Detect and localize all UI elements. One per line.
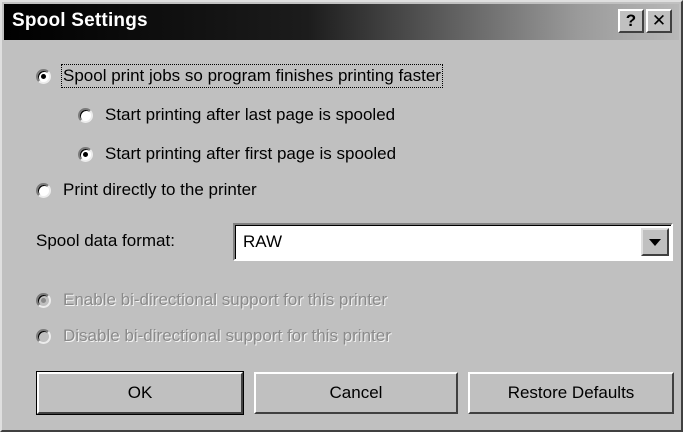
radio-spool-jobs-label: Spool print jobs so program finishes pri… <box>61 64 443 88</box>
restore-defaults-button[interactable]: Restore Defaults <box>468 372 674 414</box>
spool-data-format-label: Spool data format: <box>36 231 175 250</box>
title-bar[interactable]: Spool Settings ? ✕ <box>4 4 679 40</box>
radio-unselected-icon <box>78 107 93 123</box>
radio-disable-bidi-label: Disable bi-directional support for this … <box>63 326 391 345</box>
help-button[interactable]: ? <box>618 9 644 33</box>
help-icon: ? <box>625 11 637 30</box>
close-icon: ✕ <box>651 11 667 30</box>
radio-selected-icon <box>78 146 93 162</box>
radio-spool-jobs[interactable]: Spool print jobs so program finishes pri… <box>36 63 443 89</box>
spool-data-format-select[interactable]: RAW <box>233 223 673 261</box>
radio-start-after-first-label: Start printing after first page is spool… <box>105 144 397 163</box>
radio-enable-bidi: Enable bi-directional support for this p… <box>36 287 387 313</box>
radio-start-after-last-label: Start printing after last page is spoole… <box>105 105 396 124</box>
radio-selected-icon <box>36 292 51 308</box>
radio-selected-icon <box>36 68 51 84</box>
cancel-button[interactable]: Cancel <box>254 372 458 414</box>
radio-print-direct-label: Print directly to the printer <box>63 180 257 199</box>
close-button[interactable]: ✕ <box>646 9 672 33</box>
spool-data-format-value: RAW <box>243 232 283 251</box>
chevron-down-icon <box>649 238 661 246</box>
ok-button[interactable]: OK <box>37 372 243 414</box>
radio-print-direct[interactable]: Print directly to the printer <box>36 177 257 203</box>
dialog-title: Spool Settings <box>12 10 148 31</box>
dropdown-button[interactable] <box>641 228 669 256</box>
radio-unselected-icon <box>36 328 51 344</box>
spool-settings-dialog: Spool Settings ? ✕ Spool print jobs so p… <box>0 0 683 432</box>
radio-unselected-icon <box>36 182 51 198</box>
radio-start-after-last[interactable]: Start printing after last page is spoole… <box>78 102 395 128</box>
radio-disable-bidi: Disable bi-directional support for this … <box>36 323 391 349</box>
radio-start-after-first[interactable]: Start printing after first page is spool… <box>78 141 396 167</box>
radio-enable-bidi-label: Enable bi-directional support for this p… <box>63 290 388 309</box>
